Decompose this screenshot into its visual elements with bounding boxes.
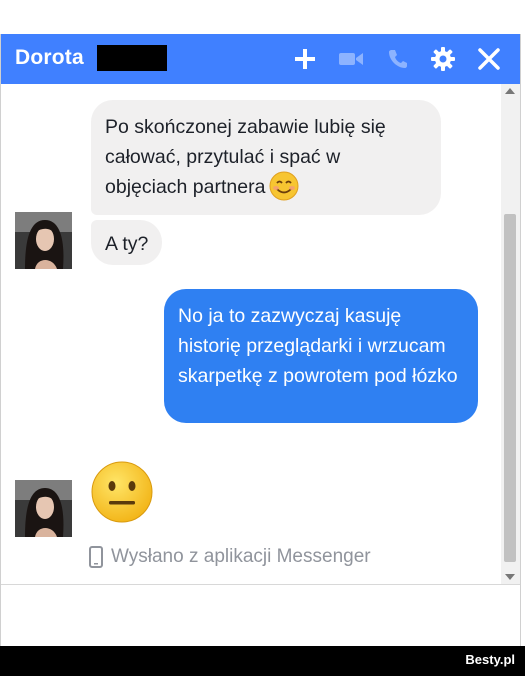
sent-from-label: Wysłano z aplikacji Messenger [89, 546, 371, 568]
sent-from-text: Wysłano z aplikacji Messenger [111, 546, 371, 567]
message-text: A ty? [105, 233, 149, 255]
redacted-surname [97, 45, 167, 71]
close-icon[interactable] [476, 46, 502, 72]
message-list: Po skończonej zabawie lubię się całować,… [1, 84, 501, 584]
chat-title: Dorota [15, 46, 84, 69]
phone-icon[interactable] [385, 46, 411, 72]
avatar[interactable] [15, 212, 72, 269]
scroll-down-arrow-icon[interactable] [505, 574, 515, 580]
watermark-bar: Besty.pl [0, 646, 525, 676]
message-text: Po skończonej zabawie lubię się całować,… [105, 116, 386, 198]
top-strip [0, 0, 525, 34]
message-text: No ja to zazwyczaj kasuję historię przeg… [178, 305, 458, 387]
scrollbar-thumb[interactable] [504, 214, 516, 562]
avatar[interactable] [15, 480, 72, 537]
video-call-icon[interactable] [338, 46, 364, 72]
chat-window: Dorota Po skończonej zabawie lubię się c… [0, 34, 521, 647]
incoming-message: A ty? [91, 220, 163, 265]
smiling-face-emoji-icon [269, 171, 299, 201]
gear-icon[interactable] [430, 46, 456, 72]
incoming-message: Po skończonej zabawie lubię się całować,… [91, 100, 441, 215]
outgoing-message: No ja to zazwyczaj kasuję historię przeg… [164, 289, 478, 423]
scroll-up-arrow-icon[interactable] [505, 88, 515, 94]
mobile-phone-icon [89, 546, 103, 568]
brand-text: Besty.pl [465, 652, 515, 667]
add-icon[interactable] [292, 46, 318, 72]
neutral-face-emoji-icon [90, 460, 154, 524]
chat-header: Dorota [1, 34, 520, 84]
scrollbar[interactable] [501, 84, 520, 584]
message-composer[interactable] [1, 584, 520, 647]
brand-logo: Besty.pl [465, 652, 515, 667]
